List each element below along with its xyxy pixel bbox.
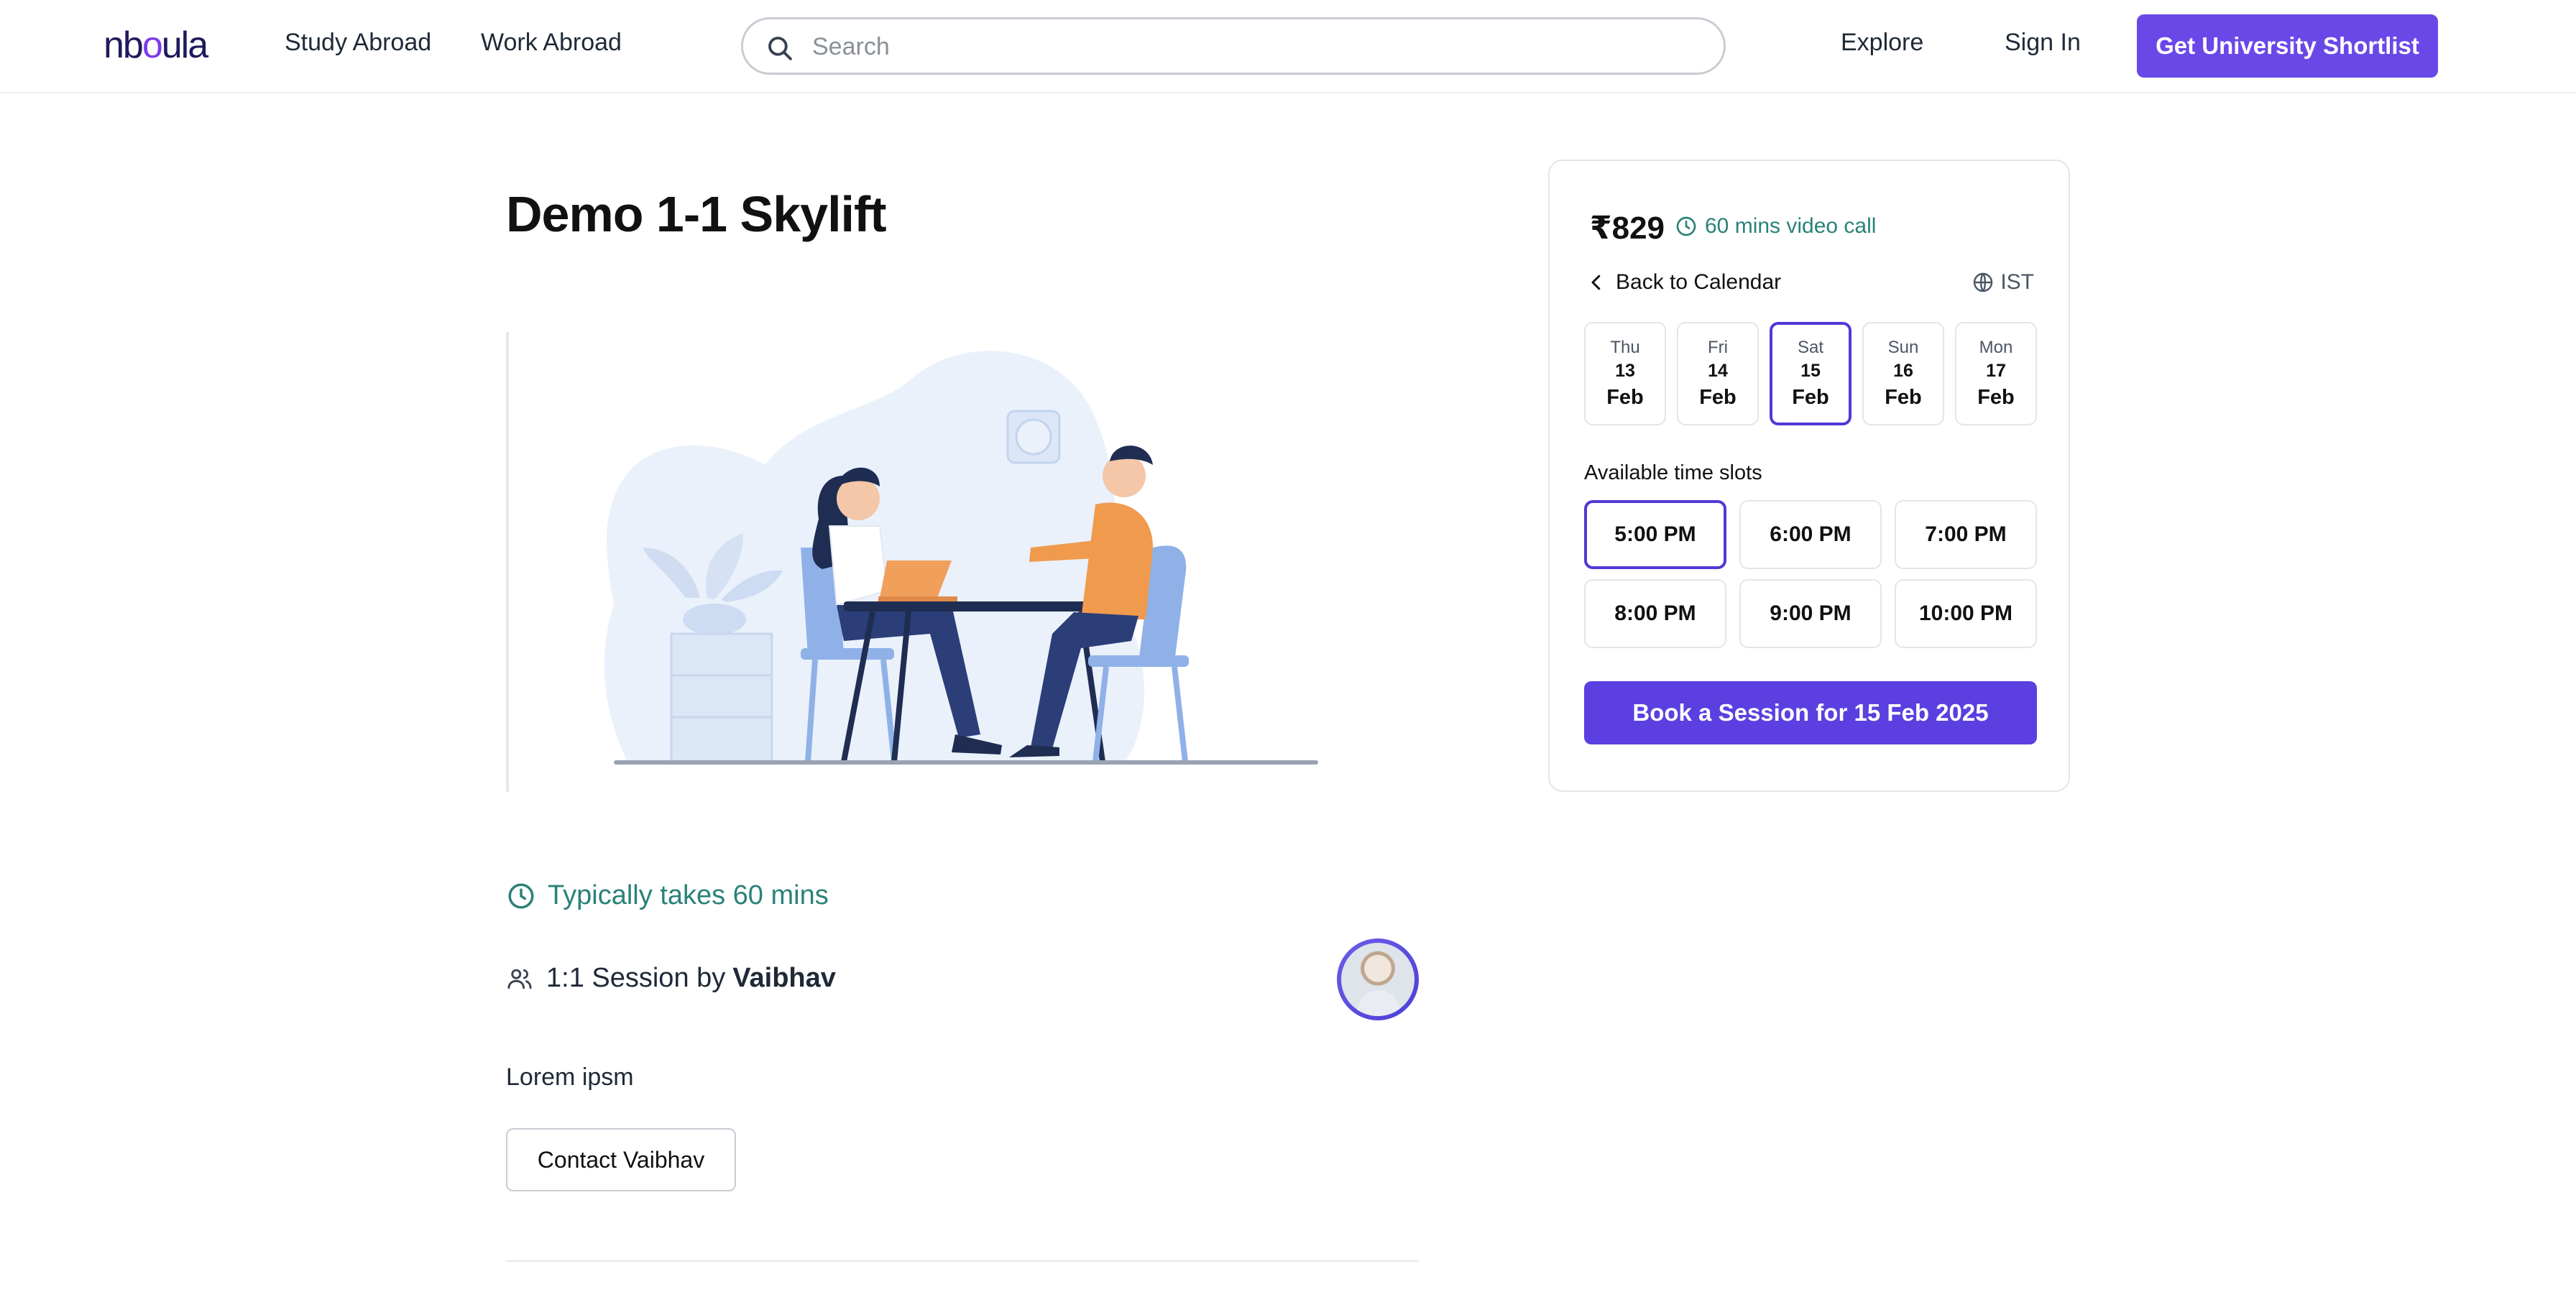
nav-study-abroad[interactable]: Study Abroad — [285, 29, 431, 57]
duration-text: Typically takes 60 mins — [548, 880, 829, 910]
session-prefix: 1:1 Session by — [546, 963, 726, 993]
date-option[interactable]: Mon 17 Feb — [1955, 322, 2037, 425]
time-slot[interactable]: 6:00 PM — [1739, 500, 1882, 569]
section-divider — [506, 1260, 1419, 1262]
booking-card: ₹829 60 mins video call Back to Calendar… — [1548, 160, 2070, 792]
back-to-calendar-label: Back to Calendar — [1616, 270, 1782, 294]
date-option[interactable]: Fri 14 Feb — [1677, 322, 1759, 425]
time-slot[interactable]: 9:00 PM — [1739, 579, 1882, 648]
clock-icon — [508, 883, 534, 908]
host-name: Vaibhav — [732, 963, 836, 993]
time-slot[interactable]: 8:00 PM — [1584, 579, 1726, 648]
timezone-label: IST — [2000, 270, 2034, 294]
time-slot[interactable]: 7:00 PM — [1895, 500, 2037, 569]
contact-host-button[interactable]: Contact Vaibhav — [506, 1128, 736, 1191]
date-option[interactable]: Thu 13 Feb — [1584, 322, 1666, 425]
get-university-shortlist-button[interactable]: Get University Shortlist — [2137, 14, 2438, 78]
time-slot-selected[interactable]: 5:00 PM — [1584, 500, 1726, 569]
duration-info: Typically takes 60 mins — [506, 880, 829, 911]
book-session-button[interactable]: Book a Session for 15 Feb 2025 — [1584, 681, 2037, 744]
logo-text: nboula — [104, 24, 208, 66]
nav-explore[interactable]: Explore — [1841, 29, 1923, 57]
nav-work-abroad[interactable]: Work Abroad — [481, 29, 622, 57]
session-info: 1:1 Session by Vaibhav — [506, 963, 836, 994]
host-avatar[interactable] — [1337, 938, 1419, 1020]
date-picker: Thu 13 Feb Fri 14 Feb Sat 15 Feb Sun 16 Feb Mon 1… — [1584, 322, 2037, 425]
search-icon — [768, 37, 792, 60]
date-option-selected[interactable]: Sat 15 Feb — [1770, 322, 1852, 425]
chevron-left-icon — [1591, 274, 1601, 290]
timezone-selector[interactable]: IST — [1972, 270, 2034, 295]
session-price: ₹829 — [1590, 211, 1665, 246]
date-option[interactable]: Sun 16 Feb — [1862, 322, 1944, 425]
nbula-logo[interactable]: nboula — [104, 22, 208, 69]
time-slot[interactable]: 10:00 PM — [1895, 579, 2037, 648]
time-slots-heading: Available time slots — [1584, 461, 1762, 484]
page-title: Demo 1-1 Skylift — [506, 186, 887, 242]
top-navbar: nboula Study Abroad Work Abroad Explore … — [0, 0, 2576, 93]
back-to-calendar-link[interactable]: Back to Calendar — [1586, 270, 1781, 295]
clock-icon — [1676, 216, 1696, 236]
users-icon — [507, 969, 532, 989]
nav-sign-in[interactable]: Sign In — [2005, 29, 2081, 57]
search-bar[interactable] — [741, 17, 1726, 75]
time-slot-grid: 5:00 PM 6:00 PM 7:00 PM 8:00 PM 9:00 PM … — [1584, 500, 2037, 648]
consultation-illustration — [506, 332, 1318, 792]
call-duration: 60 mins video call — [1675, 214, 1876, 239]
call-duration-text: 60 mins video call — [1705, 214, 1877, 238]
search-input[interactable] — [812, 31, 1703, 63]
globe-icon — [1974, 272, 1993, 292]
session-description: Lorem ipsm — [506, 1063, 634, 1091]
